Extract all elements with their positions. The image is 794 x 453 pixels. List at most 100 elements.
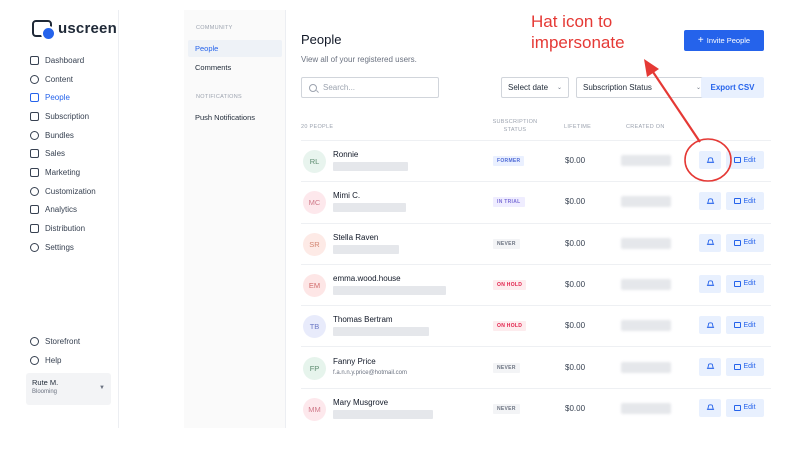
table-row[interactable]: MC Mimi C. IN TRIAL $0.00 Edit — [301, 182, 771, 224]
sidebar-item-label: Dashboard — [45, 55, 85, 65]
uscreen-logo[interactable]: uscreen — [32, 20, 117, 41]
sidebar-item-analytics[interactable]: Analytics — [30, 201, 96, 220]
table-row[interactable]: RL Ronnie FORMER $0.00 Edit — [301, 141, 771, 183]
edit-button[interactable]: Edit — [726, 316, 764, 335]
table-row[interactable]: MM Mary Musgrove NEVER $0.00 Edit — [301, 389, 771, 428]
user-email: f.a.n.n.y.price@hotmail.com — [333, 369, 408, 376]
dollar-icon — [30, 149, 39, 159]
user-email — [333, 162, 408, 171]
user-email — [333, 203, 406, 213]
sidebar-item-bundles[interactable]: Bundles — [30, 126, 96, 145]
impersonate-button[interactable] — [699, 398, 721, 417]
sidebar-nav: Dashboard Content People Subscription Bundle… — [30, 51, 96, 257]
edit-icon — [734, 363, 742, 370]
chart-icon — [30, 205, 39, 215]
sidebar-item-distribution[interactable]: Distribution — [30, 219, 96, 238]
created-on-date-redacted — [621, 237, 671, 249]
column-header-status-line2: STATUS — [503, 127, 527, 133]
plus-icon: + — [697, 34, 704, 46]
invite-people-button[interactable]: + Invite People — [684, 30, 764, 51]
sidebar-item-label: Settings — [45, 242, 74, 252]
subscription-status-label: Subscription Status — [583, 83, 652, 92]
avatar: SR — [303, 232, 326, 256]
uscreen-logo-icon — [32, 20, 56, 41]
select-date-dropdown[interactable]: Select date ⌄ — [501, 77, 569, 98]
impersonate-button[interactable] — [699, 357, 721, 376]
table-row[interactable]: EM emma.wood.house ON HOLD $0.00 Edit — [301, 265, 771, 307]
sidebar-item-people[interactable]: People — [30, 88, 96, 107]
edit-button[interactable]: Edit — [726, 233, 764, 252]
search-input[interactable] — [323, 83, 433, 92]
user-name-link[interactable]: Stella Raven — [333, 233, 378, 242]
lifetime-value: $0.00 — [565, 403, 586, 413]
table-row[interactable]: FP Fanny Price f.a.n.n.y.price@hotmail.com… — [301, 348, 771, 389]
user-name-link[interactable]: Mimi C. — [333, 191, 360, 200]
sidebar-item-settings[interactable]: Settings — [30, 238, 96, 257]
app-window: uscreen Dashboard Content People Subscripti… — [16, 10, 792, 428]
pencil-square-icon — [30, 186, 39, 196]
export-csv-button[interactable]: Export CSV — [701, 77, 764, 98]
sidebar-item-marketing[interactable]: Marketing — [30, 163, 96, 182]
sidebar-item-subscription[interactable]: Subscription — [30, 107, 96, 126]
sidebar-item-help[interactable]: Help — [30, 351, 80, 370]
column-header-created-on: CREATED ON — [626, 124, 665, 130]
avatar: TB — [303, 315, 326, 339]
avatar: EM — [303, 273, 326, 297]
edit-icon — [734, 404, 742, 411]
sidebar-item-storefront[interactable]: Storefront — [30, 332, 80, 351]
gear-icon — [30, 242, 39, 252]
subnav-item-people[interactable]: People — [188, 40, 282, 57]
user-email — [333, 244, 399, 254]
search-box[interactable] — [301, 77, 439, 98]
edit-button[interactable]: Edit — [726, 274, 764, 293]
sidebar-item-content[interactable]: Content — [30, 70, 96, 89]
sidebar-item-label: People — [45, 93, 70, 103]
edit-button[interactable]: Edit — [726, 357, 764, 376]
avatar: MC — [303, 191, 326, 215]
lifetime-value: $0.00 — [565, 321, 586, 331]
edit-button[interactable]: Edit — [726, 192, 764, 211]
subnav-item-comments[interactable]: Comments — [188, 59, 282, 76]
created-on-date-redacted — [621, 361, 671, 373]
hat-icon — [706, 156, 714, 163]
user-name-link[interactable]: Thomas Bertram — [333, 315, 393, 324]
user-name-link[interactable]: Ronnie — [333, 150, 358, 159]
user-name-link[interactable]: emma.wood.house — [333, 274, 401, 283]
subnav-item-push-notifications[interactable]: Push Notifications — [188, 109, 282, 126]
user-name-link[interactable]: Fanny Price — [333, 357, 376, 366]
edit-button[interactable]: Edit — [726, 151, 764, 169]
user-email — [333, 285, 446, 295]
table-row[interactable]: TB Thomas Bertram ON HOLD $0.00 Edit — [301, 306, 771, 348]
user-account-menu[interactable]: Rute M. Blooming ▼ — [26, 373, 111, 405]
edit-label: Edit — [743, 156, 756, 164]
subscription-status-dropdown[interactable]: Subscription Status ⌄ — [576, 77, 708, 98]
edit-button[interactable]: Edit — [726, 398, 764, 417]
impersonate-button[interactable] — [699, 192, 721, 211]
sidebar-item-sales[interactable]: Sales — [30, 144, 96, 163]
avatar: MM — [303, 397, 326, 421]
subnav-heading-notifications: NOTIFICATIONS — [196, 94, 242, 100]
lifetime-value: $0.00 — [565, 156, 586, 165]
user-plan: Blooming — [32, 389, 58, 395]
user-email — [333, 409, 433, 419]
user-email — [333, 327, 429, 337]
edit-label: Edit — [743, 404, 756, 412]
chevron-down-icon: ⌄ — [556, 85, 562, 91]
table-row[interactable]: SR Stella Raven NEVER $0.00 Edit — [301, 224, 771, 265]
sidebar-item-dashboard[interactable]: Dashboard — [30, 51, 96, 70]
hat-icon — [706, 404, 714, 411]
sidebar-item-label: Content — [45, 74, 74, 84]
impersonate-button[interactable] — [699, 151, 721, 169]
user-name-link[interactable]: Mary Musgrove — [333, 398, 388, 407]
edit-icon — [734, 198, 742, 205]
impersonate-button[interactable] — [699, 316, 721, 335]
impersonate-button[interactable] — [699, 233, 721, 252]
edit-label: Edit — [743, 197, 756, 205]
search-icon — [309, 83, 317, 92]
refresh-icon — [30, 111, 39, 121]
status-badge: NEVER — [493, 238, 520, 249]
status-badge: NEVER — [493, 403, 520, 414]
impersonate-button[interactable] — [699, 274, 721, 293]
sidebar-item-customization[interactable]: Customization — [30, 182, 96, 201]
status-badge: ON HOLD — [493, 321, 527, 332]
